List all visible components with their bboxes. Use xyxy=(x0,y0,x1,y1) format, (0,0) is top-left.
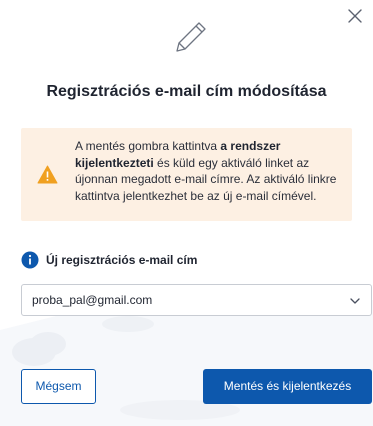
dialog-title: Regisztrációs e-mail cím módosítása xyxy=(46,83,327,100)
email-field-label: Új regisztrációs e-mail cím xyxy=(21,250,197,270)
info-icon[interactable] xyxy=(21,251,39,269)
warning-text: A mentés gombra kattintva a rendszer kij… xyxy=(75,138,343,204)
close-icon xyxy=(348,9,362,23)
pencil-icon xyxy=(170,18,210,58)
email-field-label-text: Új regisztrációs e-mail cím xyxy=(46,253,198,267)
close-button[interactable] xyxy=(343,4,367,28)
warning-box: A mentés gombra kattintva a rendszer kij… xyxy=(21,128,352,221)
background-illustration xyxy=(0,300,373,426)
warning-text-start: A mentés gombra kattintva xyxy=(75,139,221,153)
warning-triangle-icon xyxy=(37,165,58,184)
change-email-dialog: Regisztrációs e-mail cím módosítása A me… xyxy=(0,0,373,426)
save-and-logout-button[interactable]: Mentés és kijelentkezés xyxy=(203,369,372,404)
email-select-value: proba_pal@gmail.com xyxy=(32,293,153,307)
email-select[interactable]: proba_pal@gmail.com xyxy=(21,284,372,316)
chevron-down-icon xyxy=(349,295,361,307)
cancel-button[interactable]: Mégsem xyxy=(21,369,96,404)
